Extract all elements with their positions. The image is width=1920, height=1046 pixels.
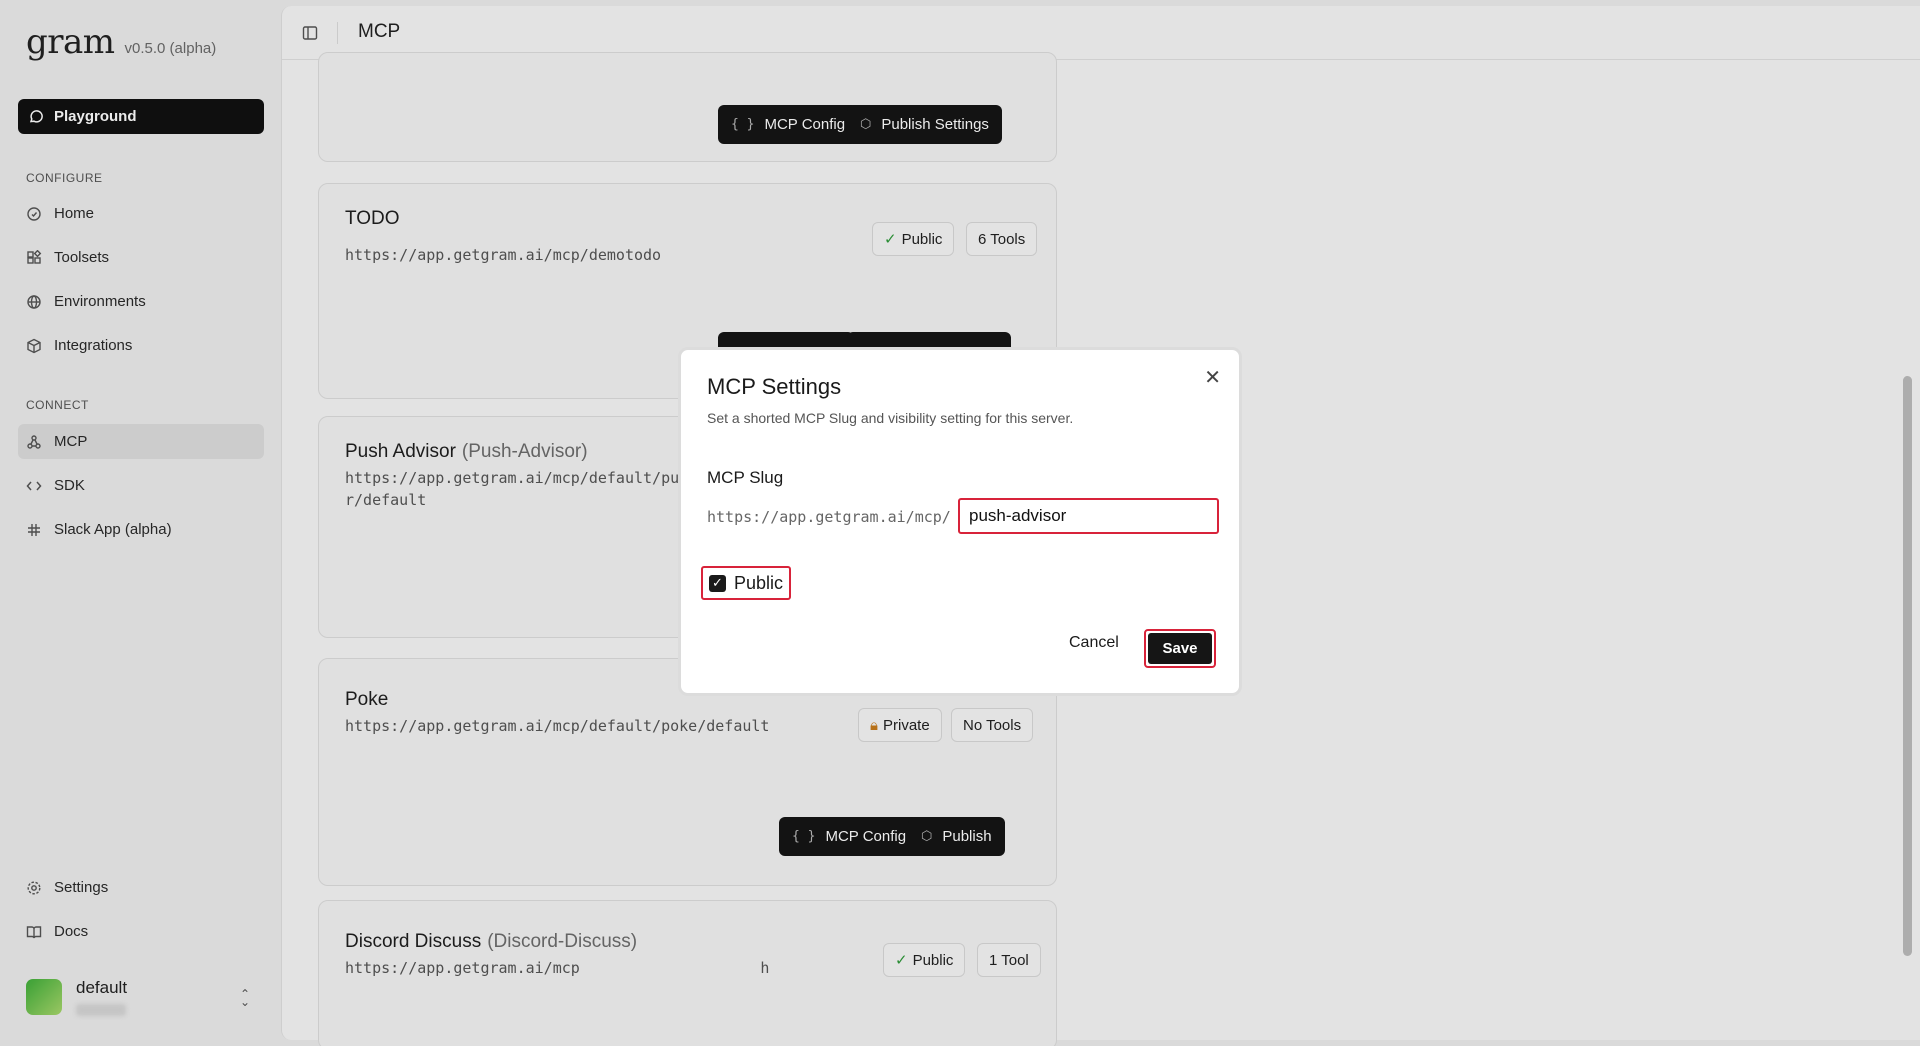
- dialog-title: MCP Settings: [707, 374, 842, 399]
- slug-input[interactable]: [958, 498, 1219, 534]
- checkbox-checked-icon[interactable]: ✓: [709, 574, 726, 592]
- mcp-settings-dialog: MCP Settings Set a shorted MCP Slug and …: [678, 347, 1242, 696]
- save-button[interactable]: Save: [1144, 629, 1216, 668]
- public-label: Public: [734, 572, 784, 593]
- save-button-label: Save: [1148, 633, 1212, 664]
- slug-field-label: MCP Slug: [707, 468, 784, 487]
- cancel-button[interactable]: Cancel: [1069, 634, 1119, 652]
- dialog-subtitle: Set a shorted MCP Slug and visibility se…: [707, 410, 1074, 426]
- public-checkbox-field[interactable]: ✓ Public: [701, 566, 791, 600]
- slug-url-prefix: https://app.getgram.ai/mcp/: [707, 508, 951, 526]
- close-icon[interactable]: ✕: [1204, 368, 1221, 388]
